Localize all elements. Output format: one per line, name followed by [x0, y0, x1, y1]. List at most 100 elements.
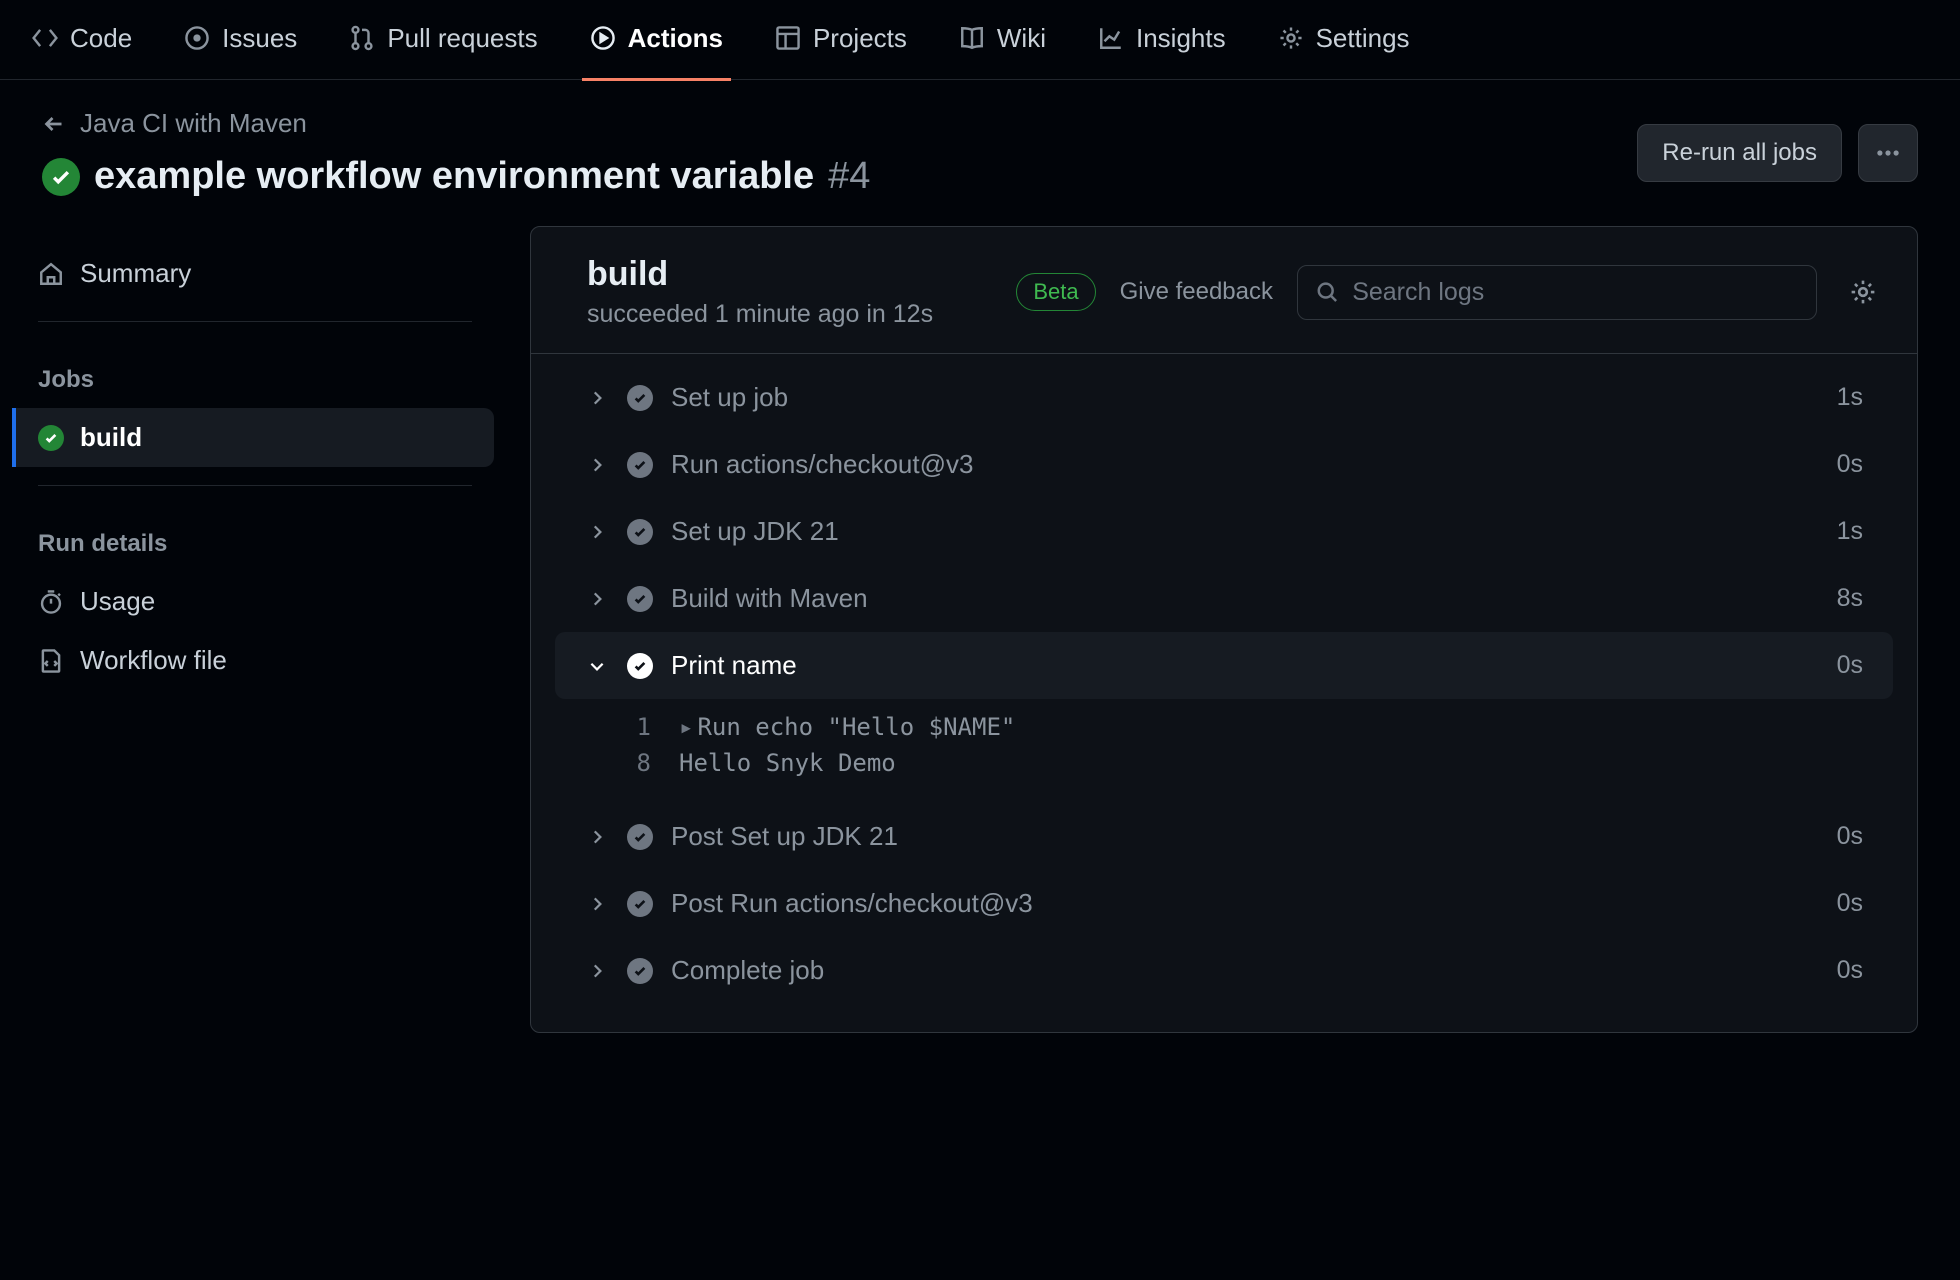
step-time: 0s — [1837, 651, 1863, 680]
log-text: Hello Snyk Demo — [679, 749, 896, 777]
chevron-right-icon — [585, 962, 609, 980]
step-time: 1s — [1837, 383, 1863, 412]
divider — [38, 321, 472, 322]
step-time: 0s — [1837, 889, 1863, 918]
chevron-right-icon — [585, 828, 609, 846]
sidebar-label: Workflow file — [80, 645, 227, 676]
step-row[interactable]: Post Run actions/checkout@v3 0s — [555, 870, 1893, 937]
step-time: 1s — [1837, 517, 1863, 546]
step-row[interactable]: Complete job 0s — [555, 937, 1893, 1004]
graph-icon — [1098, 25, 1124, 51]
sidebar: Summary Jobs build Run details Usage Wor… — [0, 226, 530, 1033]
step-time: 0s — [1837, 822, 1863, 851]
log-line[interactable]: 1 ▸Run echo "Hello $NAME" — [603, 709, 1893, 745]
arrow-left-icon — [42, 112, 66, 136]
step-row[interactable]: Set up JDK 21 1s — [555, 498, 1893, 565]
sidebar-label: Usage — [80, 586, 155, 617]
tab-projects[interactable]: Projects — [767, 0, 915, 81]
step-name: Set up JDK 21 — [671, 516, 1819, 547]
gear-icon — [1278, 25, 1304, 51]
tab-label: Settings — [1316, 23, 1410, 54]
breadcrumb[interactable]: Java CI with Maven — [42, 108, 870, 139]
stopwatch-icon — [38, 589, 64, 615]
beta-badge: Beta — [1016, 273, 1095, 311]
tab-label: Code — [70, 23, 132, 54]
status-success-icon — [627, 385, 653, 411]
chevron-right-icon — [585, 590, 609, 608]
kebab-icon — [1875, 140, 1901, 166]
tab-label: Actions — [628, 23, 723, 54]
step-row[interactable]: Run actions/checkout@v3 0s — [555, 431, 1893, 498]
status-success-icon — [627, 586, 653, 612]
step-time: 0s — [1837, 956, 1863, 985]
divider — [38, 485, 472, 486]
chevron-right-icon — [585, 456, 609, 474]
search-logs[interactable] — [1297, 265, 1817, 320]
step-time: 8s — [1837, 584, 1863, 613]
status-success-icon — [38, 425, 64, 451]
chevron-right-icon — [585, 895, 609, 913]
tab-pull-requests[interactable]: Pull requests — [341, 0, 545, 81]
book-icon — [959, 25, 985, 51]
chevron-right-icon — [585, 523, 609, 541]
sidebar-run-details-header: Run details — [16, 504, 494, 572]
step-row[interactable]: Set up job 1s — [555, 364, 1893, 431]
run-number: #4 — [828, 155, 870, 198]
tab-label: Wiki — [997, 23, 1046, 54]
sidebar-summary[interactable]: Summary — [16, 244, 494, 303]
step-name: Set up job — [671, 382, 1819, 413]
status-success-icon — [42, 158, 80, 196]
give-feedback-link[interactable]: Give feedback — [1120, 278, 1273, 306]
step-log: 1 ▸Run echo "Hello $NAME" 8 Hello Snyk D… — [555, 699, 1893, 803]
step-name: Post Run actions/checkout@v3 — [671, 888, 1819, 919]
tab-wiki[interactable]: Wiki — [951, 0, 1054, 81]
chevron-down-icon — [585, 657, 609, 675]
issue-icon — [184, 25, 210, 51]
step-name: Complete job — [671, 955, 1819, 986]
play-icon — [590, 25, 616, 51]
sidebar-label: Summary — [80, 258, 191, 289]
status-success-icon — [627, 519, 653, 545]
run-header: Java CI with Maven example workflow envi… — [0, 80, 1960, 226]
caret-right-icon: ▸ — [679, 713, 693, 741]
breadcrumb-text: Java CI with Maven — [80, 108, 307, 139]
status-success-icon — [627, 452, 653, 478]
search-input[interactable] — [1352, 278, 1798, 307]
code-icon — [32, 25, 58, 51]
tab-issues[interactable]: Issues — [176, 0, 305, 81]
step-name: Build with Maven — [671, 583, 1819, 614]
job-title: build — [587, 255, 933, 294]
log-line-number: 1 — [603, 713, 651, 741]
log-line-number: 8 — [603, 749, 651, 777]
tab-label: Issues — [222, 23, 297, 54]
tab-settings[interactable]: Settings — [1270, 0, 1418, 81]
more-actions-button[interactable] — [1858, 124, 1918, 182]
step-row[interactable]: Print name 0s — [555, 632, 1893, 699]
step-name: Print name — [671, 650, 1819, 681]
status-success-icon — [627, 891, 653, 917]
tab-label: Insights — [1136, 23, 1226, 54]
log-text: Run echo "Hello $NAME" — [697, 713, 1015, 741]
rerun-all-button[interactable]: Re-run all jobs — [1637, 124, 1842, 182]
job-panel: build succeeded 1 minute ago in 12s Beta… — [530, 226, 1918, 1033]
run-title: example workflow environment variable — [94, 155, 814, 198]
step-name: Post Set up JDK 21 — [671, 821, 1819, 852]
project-icon — [775, 25, 801, 51]
file-code-icon — [38, 648, 64, 674]
sidebar-jobs-header: Jobs — [16, 340, 494, 408]
step-name: Run actions/checkout@v3 — [671, 449, 1819, 480]
step-row[interactable]: Post Set up JDK 21 0s — [555, 803, 1893, 870]
tab-insights[interactable]: Insights — [1090, 0, 1234, 81]
sidebar-usage[interactable]: Usage — [16, 572, 494, 631]
log-settings-button[interactable] — [1841, 270, 1885, 314]
sidebar-workflow-file[interactable]: Workflow file — [16, 631, 494, 690]
home-icon — [38, 261, 64, 287]
tab-code[interactable]: Code — [24, 0, 140, 81]
chevron-right-icon — [585, 389, 609, 407]
job-subtitle: succeeded 1 minute ago in 12s — [587, 300, 933, 329]
step-row[interactable]: Build with Maven 8s — [555, 565, 1893, 632]
repo-tabs: Code Issues Pull requests Actions Projec… — [0, 0, 1960, 80]
sidebar-job-build[interactable]: build — [12, 408, 494, 467]
tab-actions[interactable]: Actions — [582, 0, 731, 81]
pr-icon — [349, 25, 375, 51]
